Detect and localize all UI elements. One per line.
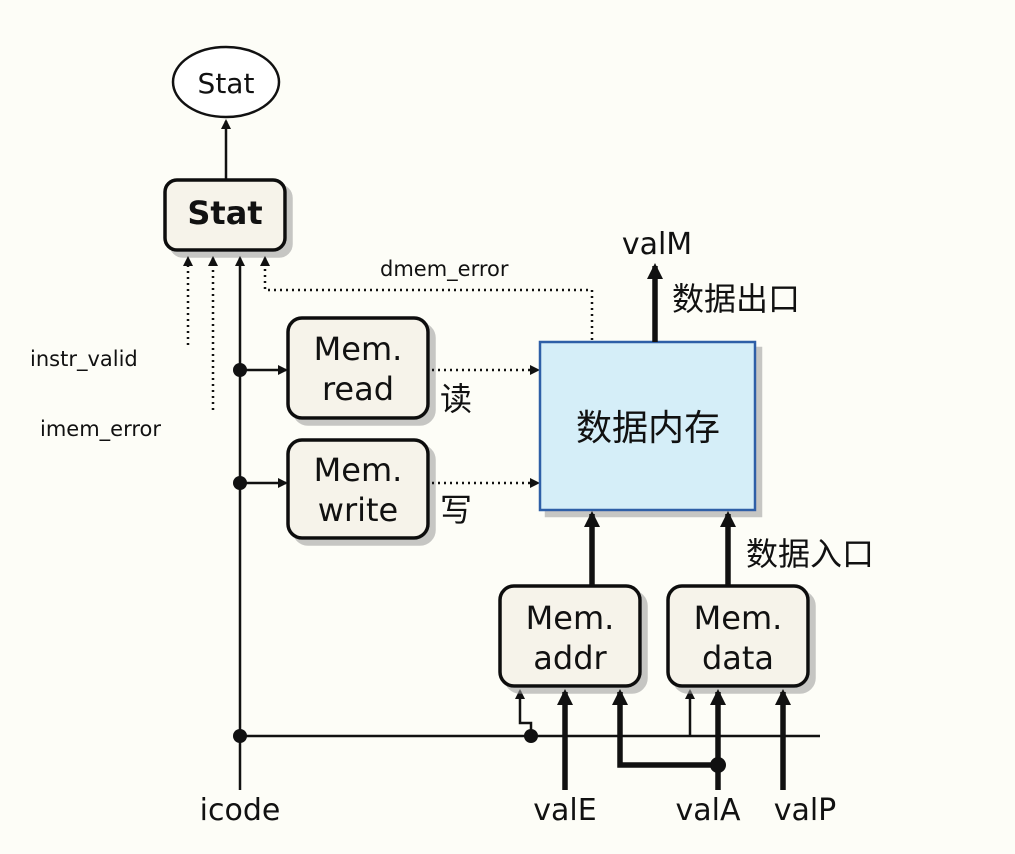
valA-to-addr-bus [612, 689, 718, 768]
valP-label: valP [774, 793, 837, 828]
icode-label: icode [200, 793, 281, 828]
valM-label: valM [622, 227, 692, 262]
data-in-annotation: 数据入口 [746, 535, 874, 573]
imem-error-label: imem_error [40, 417, 161, 442]
mem-addr-line2: addr [533, 639, 607, 677]
junction-read [233, 363, 247, 377]
mem-read-line1: Mem. [314, 330, 403, 368]
stat-oval-label: Stat [198, 67, 255, 100]
data-memory-label: 数据内存 [576, 408, 720, 449]
mem-write-line1: Mem. [314, 451, 403, 489]
mem-data-line2: data [702, 639, 774, 677]
valE-label: valE [533, 793, 596, 828]
mem-addr-line1: Mem. [526, 599, 615, 637]
mem-data-line1: Mem. [694, 599, 783, 637]
read-annotation: 读 [440, 380, 472, 418]
junction-write [233, 476, 247, 490]
data-out-annotation: 数据出口 [672, 280, 800, 318]
stat-block-label: Stat [187, 194, 262, 232]
memory-stage-diagram: Stat Stat dmem_error instr_valid imem_er… [30, 45, 874, 828]
valA-label: valA [676, 793, 741, 828]
mem-read-line2: read [322, 370, 394, 408]
instr-valid-label: instr_valid [30, 347, 138, 372]
dmem-error-label: dmem_error [380, 257, 509, 282]
mem-write-line2: write [318, 491, 398, 529]
junction-icode-bottom [233, 729, 247, 743]
junction-valA [710, 757, 726, 773]
write-annotation: 写 [440, 491, 472, 529]
